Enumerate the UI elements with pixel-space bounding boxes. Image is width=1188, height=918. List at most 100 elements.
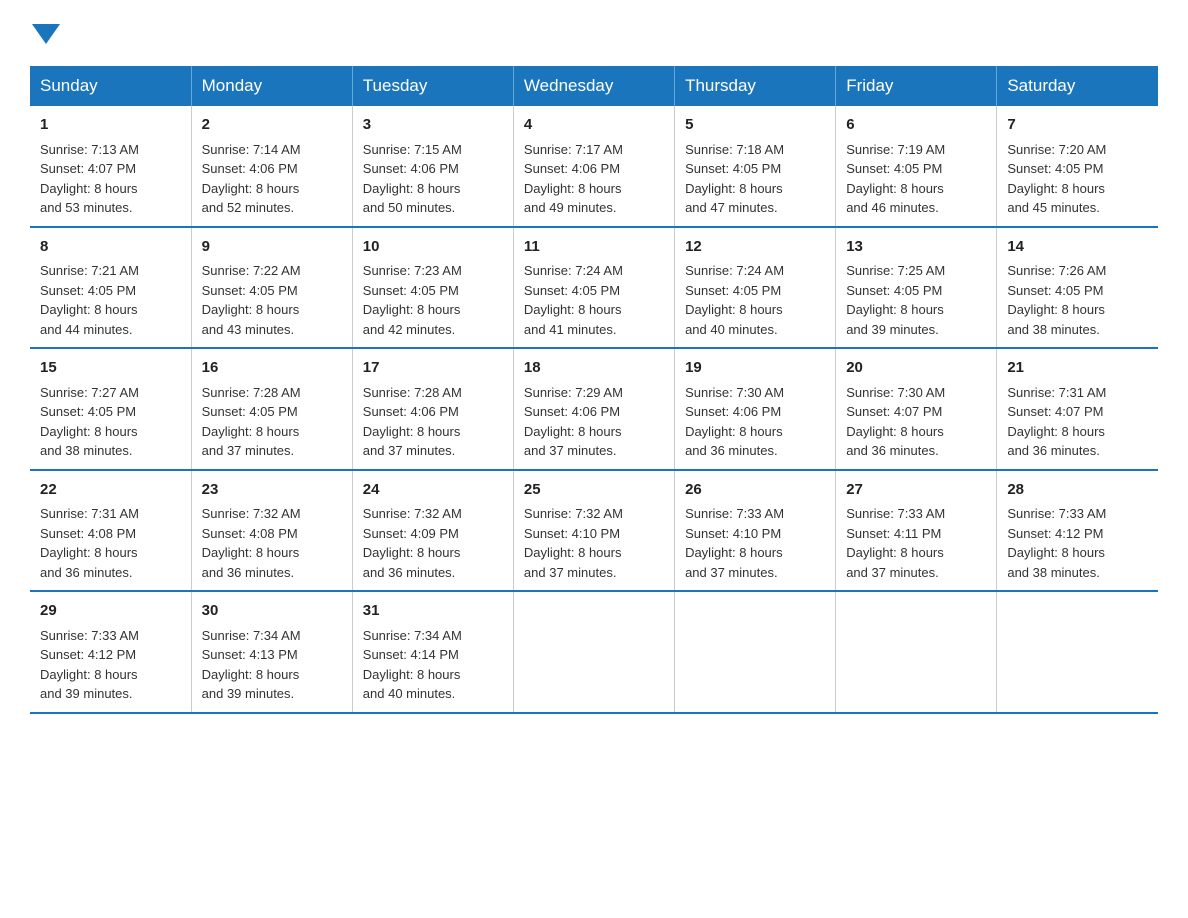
day-cell: 14Sunrise: 7:26 AMSunset: 4:05 PMDayligh…: [997, 227, 1158, 349]
day-cell: 5 Sunrise: 7:18 AMSunset: 4:05 PMDaylight…: [675, 106, 836, 227]
week-row-4: 22Sunrise: 7:31 AMSunset: 4:08 PMDayligh…: [30, 470, 1158, 592]
day-cell: 23Sunrise: 7:32 AMSunset: 4:08 PMDayligh…: [191, 470, 352, 592]
day-info: Sunrise: 7:27 AMSunset: 4:05 PMDaylight:…: [40, 383, 181, 461]
week-row-2: 8Sunrise: 7:21 AMSunset: 4:05 PMDaylight…: [30, 227, 1158, 349]
day-info: Sunrise: 7:22 AMSunset: 4:05 PMDaylight:…: [202, 261, 342, 339]
day-info: Sunrise: 7:18 AMSunset: 4:05 PMDaylight:…: [685, 140, 825, 218]
header-monday: Monday: [191, 66, 352, 106]
header-row: SundayMondayTuesdayWednesdayThursdayFrid…: [30, 66, 1158, 106]
day-info: Sunrise: 7:19 AMSunset: 4:05 PMDaylight:…: [846, 140, 986, 218]
day-number: 9: [202, 236, 342, 259]
day-cell: [836, 591, 997, 713]
day-number: 14: [1007, 236, 1148, 259]
day-number: 17: [363, 357, 503, 380]
day-number: 6: [846, 114, 986, 137]
day-cell: 28Sunrise: 7:33 AMSunset: 4:12 PMDayligh…: [997, 470, 1158, 592]
day-cell: 2 Sunrise: 7:14 AMSunset: 4:06 PMDaylight…: [191, 106, 352, 227]
day-cell: 18 Sunrise: 7:29 AMSunset: 4:06 PMDayligh…: [513, 348, 674, 470]
day-info: Sunrise: 7:20 AMSunset: 4:05 PMDaylight:…: [1007, 140, 1148, 218]
day-info: Sunrise: 7:28 AMSunset: 4:05 PMDaylight:…: [202, 383, 342, 461]
day-info: Sunrise: 7:15 AMSunset: 4:06 PMDaylight:…: [363, 140, 503, 218]
day-cell: 27Sunrise: 7:33 AMSunset: 4:11 PMDayligh…: [836, 470, 997, 592]
day-cell: 9Sunrise: 7:22 AMSunset: 4:05 PMDaylight…: [191, 227, 352, 349]
day-number: 10: [363, 236, 503, 259]
day-info: Sunrise: 7:33 AMSunset: 4:10 PMDaylight:…: [685, 504, 825, 582]
day-info: Sunrise: 7:23 AMSunset: 4:05 PMDaylight:…: [363, 261, 503, 339]
day-cell: [513, 591, 674, 713]
day-cell: 11Sunrise: 7:24 AMSunset: 4:05 PMDayligh…: [513, 227, 674, 349]
day-cell: 22Sunrise: 7:31 AMSunset: 4:08 PMDayligh…: [30, 470, 191, 592]
day-info: Sunrise: 7:25 AMSunset: 4:05 PMDaylight:…: [846, 261, 986, 339]
day-cell: 7Sunrise: 7:20 AMSunset: 4:05 PMDaylight…: [997, 106, 1158, 227]
day-number: 5: [685, 114, 825, 137]
day-number: 26: [685, 479, 825, 502]
day-info: Sunrise: 7:28 AMSunset: 4:06 PMDaylight:…: [363, 383, 503, 461]
day-number: 2: [202, 114, 342, 137]
logo-triangle-icon: [32, 24, 60, 44]
day-cell: 29 Sunrise: 7:33 AMSunset: 4:12 PMDayligh…: [30, 591, 191, 713]
day-number: 18: [524, 357, 664, 380]
day-cell: 4 Sunrise: 7:17 AMSunset: 4:06 PMDaylight…: [513, 106, 674, 227]
day-number: 15: [40, 357, 181, 380]
day-cell: 17 Sunrise: 7:28 AMSunset: 4:06 PMDayligh…: [352, 348, 513, 470]
day-number: 12: [685, 236, 825, 259]
day-number: 16: [202, 357, 342, 380]
day-number: 22: [40, 479, 181, 502]
day-info: Sunrise: 7:31 AMSunset: 4:08 PMDaylight:…: [40, 504, 181, 582]
day-info: Sunrise: 7:30 AMSunset: 4:07 PMDaylight:…: [846, 383, 986, 461]
day-number: 4: [524, 114, 664, 137]
day-cell: [997, 591, 1158, 713]
day-number: 25: [524, 479, 664, 502]
day-number: 13: [846, 236, 986, 259]
day-info: Sunrise: 7:24 AMSunset: 4:05 PMDaylight:…: [685, 261, 825, 339]
day-cell: 30 Sunrise: 7:34 AMSunset: 4:13 PMDayligh…: [191, 591, 352, 713]
day-number: 24: [363, 479, 503, 502]
day-number: 21: [1007, 357, 1148, 380]
header-wednesday: Wednesday: [513, 66, 674, 106]
day-number: 3: [363, 114, 503, 137]
day-cell: 8Sunrise: 7:21 AMSunset: 4:05 PMDaylight…: [30, 227, 191, 349]
day-cell: 26Sunrise: 7:33 AMSunset: 4:10 PMDayligh…: [675, 470, 836, 592]
day-number: 19: [685, 357, 825, 380]
day-cell: 20Sunrise: 7:30 AMSunset: 4:07 PMDayligh…: [836, 348, 997, 470]
day-info: Sunrise: 7:34 AMSunset: 4:13 PMDaylight:…: [202, 626, 342, 704]
header-friday: Friday: [836, 66, 997, 106]
day-info: Sunrise: 7:29 AMSunset: 4:06 PMDaylight:…: [524, 383, 664, 461]
day-info: Sunrise: 7:33 AMSunset: 4:12 PMDaylight:…: [40, 626, 181, 704]
calendar-table: SundayMondayTuesdayWednesdayThursdayFrid…: [30, 66, 1158, 714]
day-number: 31: [363, 600, 503, 623]
day-cell: 13Sunrise: 7:25 AMSunset: 4:05 PMDayligh…: [836, 227, 997, 349]
day-cell: 31 Sunrise: 7:34 AMSunset: 4:14 PMDayligh…: [352, 591, 513, 713]
day-number: 11: [524, 236, 664, 259]
day-number: 30: [202, 600, 342, 623]
page-header: [30, 20, 1158, 46]
header-tuesday: Tuesday: [352, 66, 513, 106]
day-cell: 25Sunrise: 7:32 AMSunset: 4:10 PMDayligh…: [513, 470, 674, 592]
day-info: Sunrise: 7:33 AMSunset: 4:11 PMDaylight:…: [846, 504, 986, 582]
day-cell: [675, 591, 836, 713]
day-cell: 12Sunrise: 7:24 AMSunset: 4:05 PMDayligh…: [675, 227, 836, 349]
day-info: Sunrise: 7:17 AMSunset: 4:06 PMDaylight:…: [524, 140, 664, 218]
week-row-3: 15 Sunrise: 7:27 AMSunset: 4:05 PMDayligh…: [30, 348, 1158, 470]
week-row-1: 1 Sunrise: 7:13 AMSunset: 4:07 PMDaylight…: [30, 106, 1158, 227]
day-info: Sunrise: 7:21 AMSunset: 4:05 PMDaylight:…: [40, 261, 181, 339]
day-info: Sunrise: 7:13 AMSunset: 4:07 PMDaylight:…: [40, 140, 181, 218]
header-saturday: Saturday: [997, 66, 1158, 106]
logo: [30, 20, 60, 46]
day-cell: 3 Sunrise: 7:15 AMSunset: 4:06 PMDaylight…: [352, 106, 513, 227]
day-info: Sunrise: 7:31 AMSunset: 4:07 PMDaylight:…: [1007, 383, 1148, 461]
day-cell: 6 Sunrise: 7:19 AMSunset: 4:05 PMDaylight…: [836, 106, 997, 227]
day-number: 27: [846, 479, 986, 502]
day-cell: 10Sunrise: 7:23 AMSunset: 4:05 PMDayligh…: [352, 227, 513, 349]
day-cell: 16 Sunrise: 7:28 AMSunset: 4:05 PMDayligh…: [191, 348, 352, 470]
header-thursday: Thursday: [675, 66, 836, 106]
day-info: Sunrise: 7:30 AMSunset: 4:06 PMDaylight:…: [685, 383, 825, 461]
day-info: Sunrise: 7:34 AMSunset: 4:14 PMDaylight:…: [363, 626, 503, 704]
day-number: 8: [40, 236, 181, 259]
day-info: Sunrise: 7:14 AMSunset: 4:06 PMDaylight:…: [202, 140, 342, 218]
header-sunday: Sunday: [30, 66, 191, 106]
week-row-5: 29 Sunrise: 7:33 AMSunset: 4:12 PMDayligh…: [30, 591, 1158, 713]
day-number: 29: [40, 600, 181, 623]
day-info: Sunrise: 7:26 AMSunset: 4:05 PMDaylight:…: [1007, 261, 1148, 339]
day-number: 1: [40, 114, 181, 137]
